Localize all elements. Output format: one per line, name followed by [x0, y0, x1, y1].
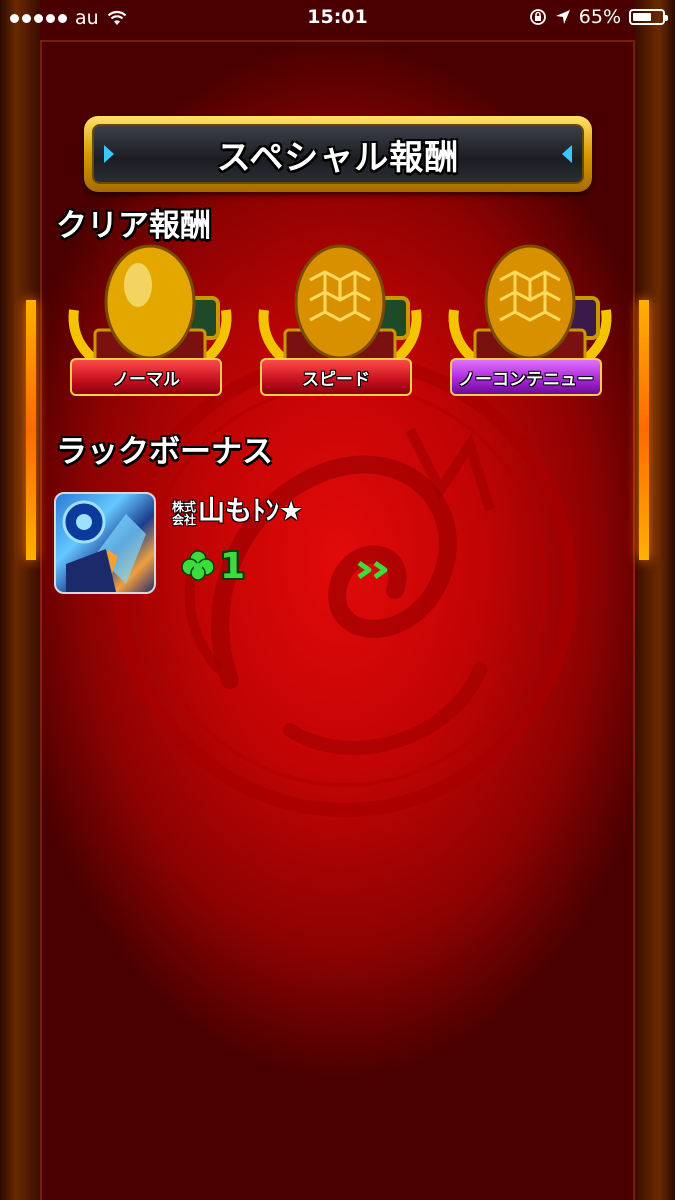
reward-label-normal: ノーマル — [70, 358, 222, 396]
title-banner: スペシャル報酬 — [84, 116, 592, 192]
right-frame — [635, 0, 675, 1200]
rotation-lock-icon — [529, 9, 546, 25]
reward-label-speed: スピード — [260, 358, 412, 396]
status-bar: au 15:01 65% — [0, 0, 675, 36]
clover-icon — [181, 549, 215, 581]
reward-normal[interactable]: ノーマル — [60, 240, 240, 415]
player-name: 株式 会社 山もﾄﾝ★ — [172, 497, 303, 527]
battery-percent: 65% — [578, 6, 621, 28]
company-prefix-bottom: 会社 — [172, 513, 197, 527]
luck-number: 1 — [220, 546, 246, 587]
character-portrait-icon — [62, 500, 146, 592]
banner-left-arrow-icon — [104, 145, 114, 163]
page-title: スペシャル報酬 — [216, 137, 460, 178]
luck-value: 1 — [180, 546, 245, 587]
banner-right-arrow-icon — [562, 145, 572, 163]
reward-speed[interactable]: スピード — [250, 240, 430, 415]
double-chevron-right-icon[interactable] — [357, 559, 395, 581]
luck-bonus-heading: ラックボーナス — [56, 434, 273, 470]
location-arrow-icon — [555, 10, 570, 24]
player-name-text: 山もﾄﾝ★ — [198, 496, 304, 527]
battery-icon — [629, 9, 668, 25]
monster-avatar[interactable] — [54, 492, 156, 594]
clear-reward-heading: クリア報酬 — [56, 208, 211, 244]
reward-no-continue[interactable]: ノーコンテニュー — [440, 240, 620, 415]
left-frame — [0, 0, 40, 1200]
reward-label-no-continue: ノーコンテニュー — [450, 358, 602, 396]
